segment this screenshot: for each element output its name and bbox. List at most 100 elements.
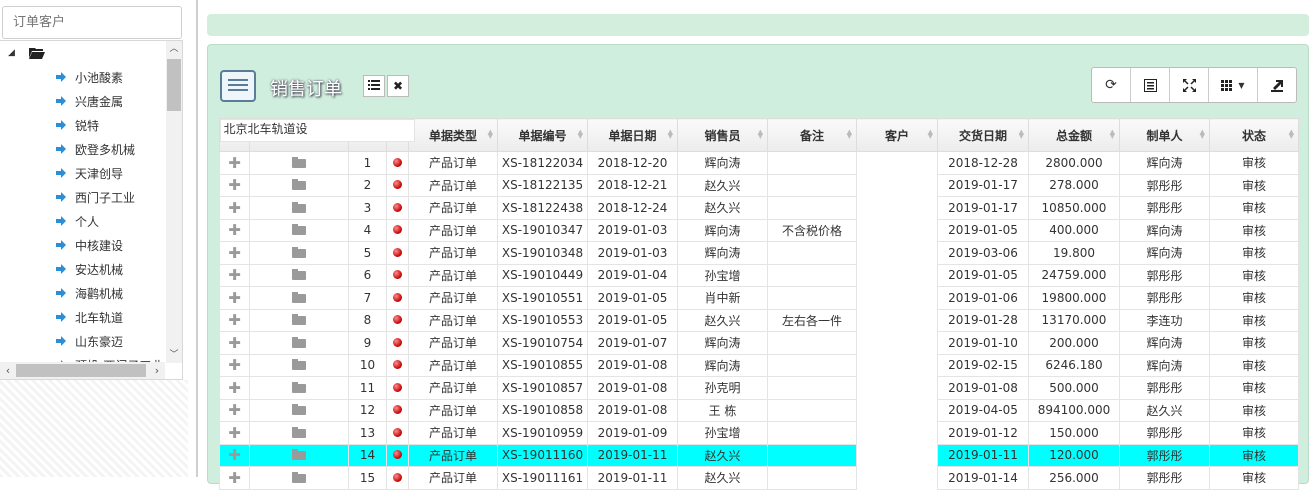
expand-row-button[interactable]: ✚ [219, 376, 250, 400]
table-row[interactable]: ✚9产品订单XS-190107542019-01-07辉向涛小池酸素（唐山201… [219, 118, 1299, 355]
expand-row-button[interactable]: ✚ [219, 151, 250, 175]
header-status[interactable]: 状态 ▲ ▼ [1209, 118, 1299, 152]
open-row-button[interactable] [249, 151, 349, 175]
expand-row-button[interactable]: ✚ [219, 466, 250, 490]
expand-row-button[interactable]: ✚ [219, 308, 250, 332]
open-row-button[interactable] [249, 466, 349, 490]
status-dot-cell [386, 331, 409, 355]
status-dot-cell [386, 196, 409, 220]
scroll-right-icon[interactable]: › [149, 362, 165, 379]
expand-row-button[interactable]: ✚ [219, 421, 250, 445]
tree-item[interactable]: 欧登多机械 [56, 137, 135, 161]
columns-dropdown-button[interactable]: ▼ [1209, 68, 1258, 102]
tree-vertical-scrollbar[interactable]: ︿ ﹀ [166, 41, 182, 363]
tree-item[interactable]: 小池酸素 [56, 65, 123, 89]
header-sales[interactable]: 销售员 ▲ ▼ [677, 118, 768, 152]
table-row[interactable]: ✚3产品订单XS-181224382018-12-24赵久兴唐山兴唐金属工201… [219, 118, 1299, 220]
table-row[interactable]: ✚8产品订单XS-190105532019-01-05赵久兴左右各一件西门子工业… [219, 118, 1299, 332]
open-row-button[interactable] [249, 331, 349, 355]
table-row[interactable]: ✚1产品订单XS-181220342018-12-20辉向涛小池酸素（唐山201… [219, 118, 1299, 175]
open-row-button[interactable] [249, 196, 349, 220]
tree-item-label: 北车轨道 [75, 310, 124, 325]
open-row-button[interactable] [249, 376, 349, 400]
open-row-button[interactable] [249, 353, 349, 377]
open-row-button[interactable] [249, 443, 349, 467]
cell-amount: 200.000 [1028, 331, 1120, 355]
table-row[interactable]: ✚5产品订单XS-190103482019-01-03辉向涛小池酸素（唐山201… [219, 118, 1299, 265]
list-view-button[interactable] [363, 75, 385, 97]
header-customer[interactable]: 客户 ▲ ▼ [856, 118, 938, 152]
scroll-thumb[interactable] [167, 59, 181, 111]
expand-row-button[interactable]: ✚ [219, 263, 250, 287]
expand-caret-icon[interactable]: ◢ [8, 48, 15, 58]
tree-horizontal-scrollbar[interactable]: ‹ › [0, 362, 165, 379]
export-button[interactable] [1258, 68, 1296, 102]
tree-item[interactable]: 山东豪迈 [56, 329, 123, 353]
header-amount[interactable]: 总金额 ▲ ▼ [1028, 118, 1120, 152]
header-type[interactable]: 单据类型 ▲ ▼ [408, 118, 498, 152]
open-row-button[interactable] [249, 308, 349, 332]
tree-root[interactable]: ◢ [8, 43, 45, 63]
tree-item[interactable]: 西门子工业 [56, 185, 135, 209]
cell-status: 审核 [1209, 443, 1299, 467]
expand-row-button[interactable]: ✚ [219, 173, 250, 197]
arrow-right-icon [56, 312, 66, 322]
splitter[interactable] [196, 0, 198, 477]
folder-icon [292, 381, 306, 393]
tree-item[interactable]: 北车轨道 [56, 305, 123, 329]
expand-row-button[interactable]: ✚ [219, 398, 250, 422]
open-row-button[interactable] [249, 398, 349, 422]
folder-icon [292, 156, 306, 168]
expand-row-button[interactable]: ✚ [219, 353, 250, 377]
table-row[interactable]: ✚ 15 产品订单 XS-19011161 2019-01-11 赵久兴 北京北车轨道设 20… [219, 118, 1299, 490]
tree-item[interactable]: 安达机械 [56, 257, 123, 281]
tree-item[interactable]: 海鹳机械 [56, 281, 123, 305]
fullscreen-button[interactable] [1170, 68, 1209, 102]
open-row-button[interactable] [249, 286, 349, 310]
expand-row-button[interactable]: ✚ [219, 196, 250, 220]
header-remark[interactable]: 备注 ▲ ▼ [767, 118, 857, 152]
table-row[interactable]: ✚13产品订单XS-190109592019-01-09孙宝增唐山市丰润区安20… [219, 118, 1299, 445]
table-row[interactable]: ✚12产品订单XS-190108582019-01-08王 栋中国核工业二三20… [219, 118, 1299, 422]
header-no[interactable]: 单据编号 ▲ ▼ [497, 118, 588, 152]
cell-type: 产品订单 [408, 353, 498, 377]
scroll-up-icon[interactable]: ︿ [166, 41, 182, 57]
table-row[interactable]: ✚4产品订单XS-190103472019-01-03辉向涛不含税价格唐山锐特科… [219, 118, 1299, 242]
close-button[interactable]: ✖ [387, 75, 409, 97]
open-row-button[interactable] [249, 263, 349, 287]
table-row[interactable]: ✚7产品订单XS-190105512019-01-05肖中新天津创导热材料201… [219, 118, 1299, 310]
header-date[interactable]: 单据日期 ▲ ▼ [587, 118, 678, 152]
customer-search-input[interactable] [2, 6, 182, 39]
plus-icon: ✚ [228, 288, 241, 307]
cell-status: 审核 [1209, 331, 1299, 355]
table-row[interactable]: ✚2产品订单XS-181221352018-12-21赵久兴唐山兴唐金属工201… [219, 118, 1299, 197]
header-creator[interactable]: 制单人 ▲ ▼ [1119, 118, 1210, 152]
scroll-down-icon[interactable]: ﹀ [166, 347, 182, 363]
expand-row-button[interactable]: ✚ [219, 331, 250, 355]
table-row[interactable]: ✚10产品订单XS-190108552019-01-08辉向涛小池酸素（唐山20… [219, 118, 1299, 377]
tree-item[interactable]: 中核建设 [56, 233, 123, 257]
table-row[interactable]: ✚11产品订单XS-190108572019-01-08孙克明个人2019-01… [219, 118, 1299, 400]
table-row[interactable]: ✚6产品订单XS-190104492019-01-04孙宝增欧登多(秦皇岛201… [219, 118, 1299, 287]
tree-item[interactable]: 个人 [56, 209, 99, 233]
open-row-button[interactable] [249, 218, 349, 242]
expand-row-button[interactable]: ✚ [219, 241, 250, 265]
open-row-button[interactable] [249, 173, 349, 197]
cell-type: 产品订单 [408, 218, 498, 242]
open-row-button[interactable] [249, 421, 349, 445]
scroll-left-icon[interactable]: ‹ [0, 362, 16, 379]
tree-item[interactable]: 兴唐金属 [56, 89, 123, 113]
expand-row-button[interactable]: ✚ [219, 286, 250, 310]
toggle-view-button[interactable] [1131, 68, 1170, 102]
open-row-button[interactable] [249, 241, 349, 265]
tree-item[interactable]: 天津创导 [56, 161, 123, 185]
scroll-thumb-horizontal[interactable] [16, 364, 146, 377]
expand-row-button[interactable]: ✚ [219, 218, 250, 242]
table-row[interactable]: ✚14产品订单XS-190111602019-01-11赵久兴唐山海鹳机械设20… [219, 118, 1299, 467]
refresh-button[interactable]: ⟳ [1092, 68, 1131, 102]
expand-row-button[interactable]: ✚ [219, 443, 250, 467]
header-delivery[interactable]: 交货日期 ▲ ▼ [937, 118, 1029, 152]
columns-icon [1221, 79, 1233, 91]
cell-date: 2019-01-07 [587, 331, 678, 355]
tree-item[interactable]: 锐特 [56, 113, 99, 137]
